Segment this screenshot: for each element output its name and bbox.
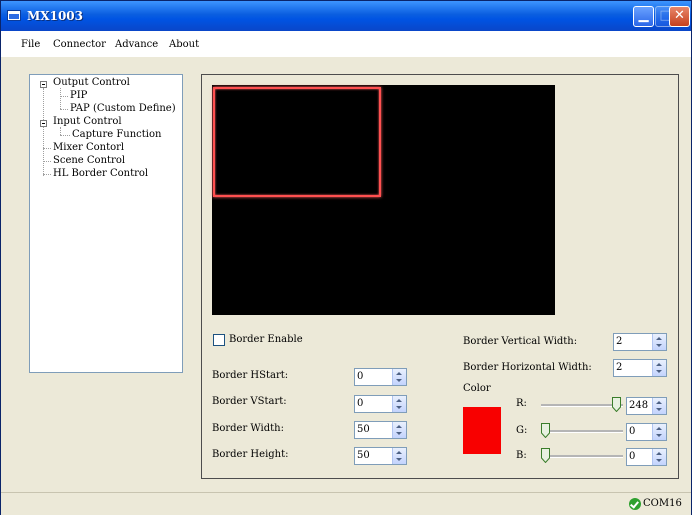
green-slider-thumb[interactable] [541,423,550,438]
menu-about[interactable]: About [169,39,199,50]
status-bar [1,492,691,515]
com-port-status: COM16 [643,498,682,509]
blue-slider-track[interactable] [541,455,623,458]
border-vertical-width-value[interactable]: 2 [616,336,622,347]
green-label: G: [516,425,528,436]
border-enable-checkbox[interactable] [213,334,225,346]
border-height-value[interactable]: 50 [357,450,370,461]
green-value-spinner[interactable]: 0 [626,423,667,441]
tree-item-scene-control[interactable]: Scene Control [53,155,125,166]
border-height-label: Border Height: [212,449,289,460]
tree-connector [60,96,68,97]
tree-item-pip[interactable]: PIP [70,90,87,101]
blue-value-spinner[interactable]: 0 [626,448,667,466]
border-vstart-value[interactable]: 0 [357,398,363,409]
border-horizontal-width-label: Border Horizontal Width: [463,362,592,373]
border-width-value[interactable]: 50 [357,424,370,435]
tree-connector [60,88,61,109]
window-title: MX1003 [27,9,83,23]
red-label: R: [516,398,527,409]
border-enable-label: Border Enable [229,334,303,345]
tree-connector [43,161,51,162]
border-highlight-rect[interactable] [213,87,381,197]
blue-slider-thumb[interactable] [541,448,550,463]
border-hstart-label: Border HStart: [212,370,289,381]
border-horizontal-width-spinner[interactable]: 2 [613,359,667,377]
tree-item-capture-function[interactable]: Capture Function [72,129,161,140]
app-window: MX1003 ▁ □ ✕ File Connector Advance Abou… [0,0,692,515]
spinner-arrows-icon[interactable] [392,422,406,438]
red-slider-track[interactable] [541,404,623,407]
connected-check-icon [629,498,641,510]
tree-connector [43,174,51,175]
collapse-icon[interactable] [40,81,47,88]
tree-connector [60,135,70,136]
menu-file[interactable]: File [21,39,40,50]
red-value-spinner[interactable]: 248 [626,397,667,415]
border-vertical-width-spinner[interactable]: 2 [613,333,667,351]
border-hstart-spinner[interactable]: 0 [354,368,407,386]
tree-item-pap[interactable]: PAP (Custom Define) [70,103,176,114]
navigation-tree: Output Control PIP PAP (Custom Define) I… [29,74,183,373]
border-width-label: Border Width: [212,423,284,434]
spinner-arrows-icon[interactable] [652,334,666,350]
close-button[interactable]: ✕ [669,6,690,27]
tree-connector [60,127,61,135]
border-vstart-label: Border VStart: [212,396,287,407]
tree-connector [60,109,68,110]
collapse-icon[interactable] [40,120,47,127]
tree-item-input-control[interactable]: Input Control [53,116,122,127]
minimize-button[interactable]: ▁ [633,6,654,27]
border-height-spinner[interactable]: 50 [354,447,407,465]
spinner-arrows-icon[interactable] [652,360,666,376]
spinner-arrows-icon[interactable] [652,398,666,414]
spinner-arrows-icon[interactable] [652,424,666,440]
spinner-arrows-icon[interactable] [392,369,406,385]
color-label: Color [463,383,491,394]
border-hstart-value[interactable]: 0 [357,371,363,382]
tree-item-hl-border-control[interactable]: HL Border Control [53,168,148,179]
tree-connector [43,88,44,176]
blue-label: B: [516,450,527,461]
border-vstart-spinner[interactable]: 0 [354,395,407,413]
green-value[interactable]: 0 [629,426,635,437]
menu-advance[interactable]: Advance [115,39,158,50]
title-bar[interactable]: MX1003 ▁ □ ✕ [1,1,691,31]
spinner-arrows-icon[interactable] [392,448,406,464]
app-icon [7,10,21,21]
tree-item-mixer-control[interactable]: Mixer Contorl [53,142,124,153]
blue-value[interactable]: 0 [629,451,635,462]
border-width-spinner[interactable]: 50 [354,421,407,439]
tree-item-output-control[interactable]: Output Control [53,77,130,88]
spinner-arrows-icon[interactable] [392,396,406,412]
green-slider-track[interactable] [541,430,623,433]
tree-connector [43,148,51,149]
color-swatch [463,407,501,454]
border-vertical-width-label: Border Vertical Width: [463,336,578,347]
red-value[interactable]: 248 [629,400,648,411]
menu-connector[interactable]: Connector [53,39,106,50]
spinner-arrows-icon[interactable] [652,449,666,465]
red-slider-thumb[interactable] [612,397,621,412]
border-horizontal-width-value[interactable]: 2 [616,362,622,373]
menu-bar: File Connector Advance About [1,31,691,57]
